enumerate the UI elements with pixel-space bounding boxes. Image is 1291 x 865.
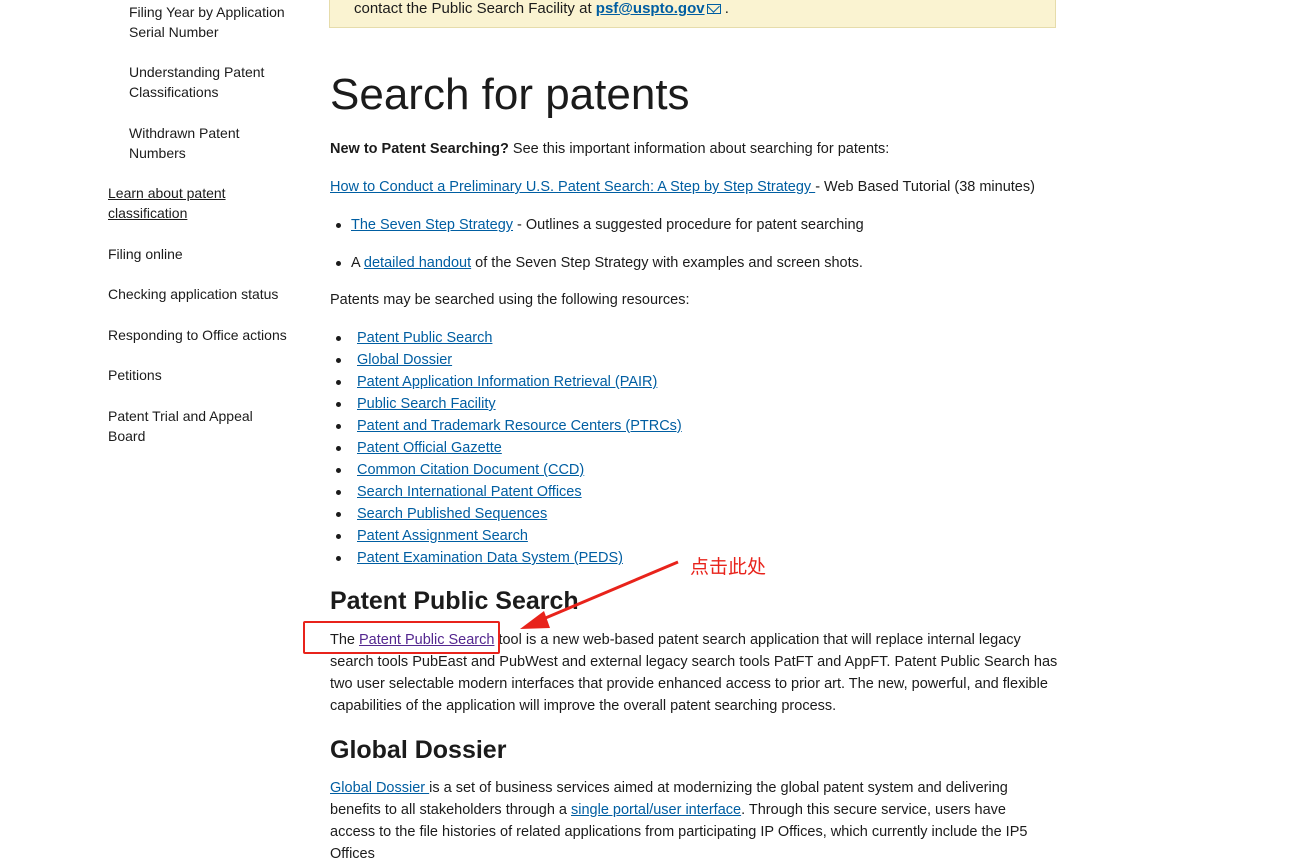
annotation-label: 点击此处	[690, 556, 767, 578]
annotation-arrow-icon	[520, 560, 679, 629]
